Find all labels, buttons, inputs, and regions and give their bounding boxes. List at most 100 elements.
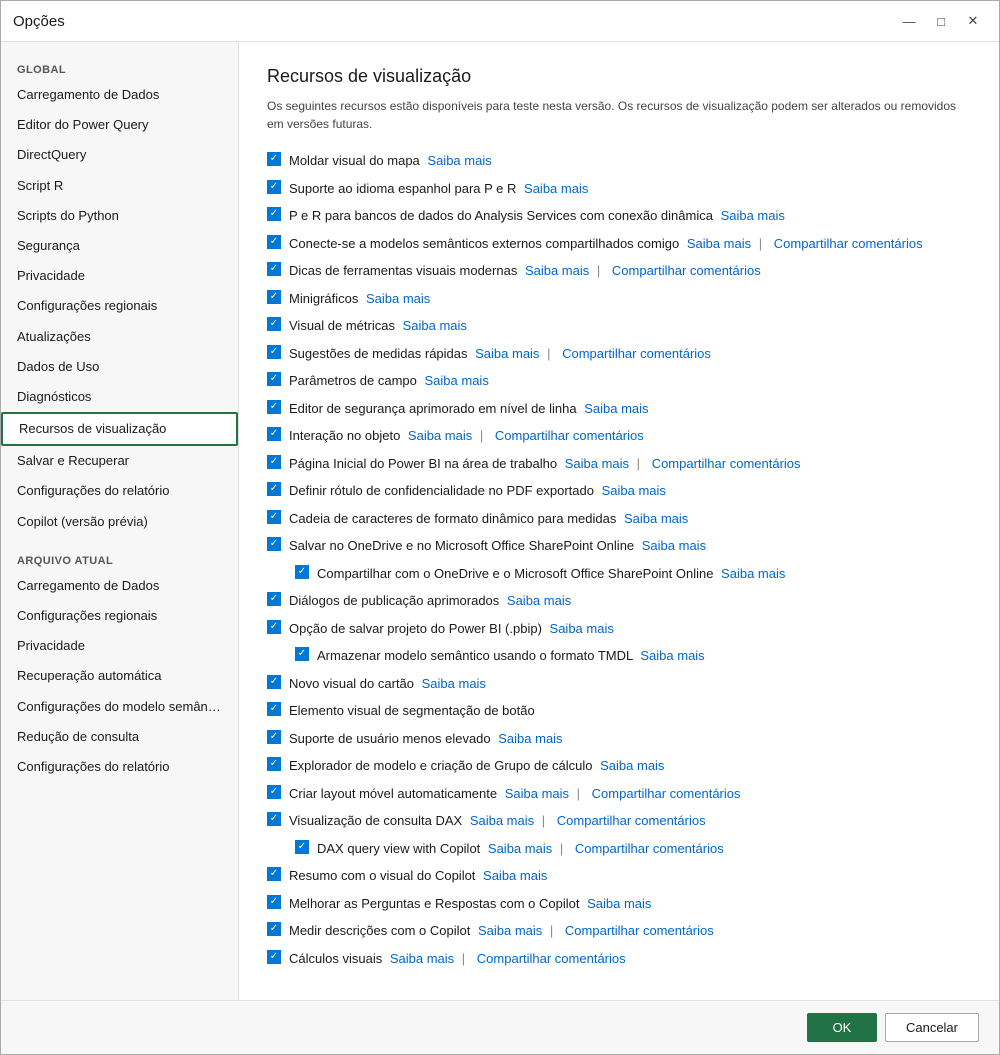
sidebar-item-recursos-visualizacao[interactable]: Recursos de visualização	[1, 412, 238, 446]
checkbox-visualizacao-dax[interactable]	[267, 812, 281, 826]
compartilhar-link-criar-layout[interactable]: Compartilhar comentários	[592, 786, 741, 801]
saiba-link-melhorar-perguntas[interactable]: Saiba mais	[587, 896, 651, 911]
checkbox-editor-seguranca[interactable]	[267, 400, 281, 414]
sidebar-item-script-r[interactable]: Script R	[1, 171, 238, 201]
checkbox-opcao-salvar-projeto[interactable]	[267, 620, 281, 634]
checkbox-interacao-objeto[interactable]	[267, 427, 281, 441]
ok-button[interactable]: OK	[807, 1013, 877, 1042]
saiba-link-visualizacao-dax[interactable]: Saiba mais	[470, 813, 534, 828]
checkbox-p-e-r-analysis[interactable]	[267, 207, 281, 221]
saiba-link-p-e-r-analysis[interactable]: Saiba mais	[721, 208, 785, 223]
checkbox-explorador-modelo[interactable]	[267, 757, 281, 771]
checkbox-parametros-campo[interactable]	[267, 372, 281, 386]
saiba-link-salvar-onedrive[interactable]: Saiba mais	[642, 538, 706, 553]
saiba-link-pagina-inicial[interactable]: Saiba mais	[565, 456, 629, 471]
sidebar-item-privacidade-arquivo[interactable]: Privacidade	[1, 631, 238, 661]
saiba-link-parametros-campo[interactable]: Saiba mais	[425, 373, 489, 388]
checkbox-melhorar-perguntas[interactable]	[267, 895, 281, 909]
checkbox-dicas-ferramentas[interactable]	[267, 262, 281, 276]
page-title: Recursos de visualização	[267, 66, 971, 87]
compartilhar-link-dicas-ferramentas[interactable]: Compartilhar comentários	[612, 263, 761, 278]
checkbox-salvar-onedrive[interactable]	[267, 537, 281, 551]
saiba-link-rotulo-confidencialidade[interactable]: Saiba mais	[602, 483, 666, 498]
sidebar-item-carregamento-dados[interactable]: Carregamento de Dados	[1, 80, 238, 110]
saiba-link-calculos-visuais[interactable]: Saiba mais	[390, 951, 454, 966]
saiba-link-visual-metricas[interactable]: Saiba mais	[403, 318, 467, 333]
checkbox-dialogos-publicacao[interactable]	[267, 592, 281, 606]
sidebar-item-salvar-recuperar[interactable]: Salvar e Recuperar	[1, 446, 238, 476]
checkbox-calculos-visuais[interactable]	[267, 950, 281, 964]
sidebar-item-seguranca[interactable]: Segurança	[1, 231, 238, 261]
checkbox-visual-metricas[interactable]	[267, 317, 281, 331]
checkbox-pagina-inicial[interactable]	[267, 455, 281, 469]
feature-text-calculos-visuais: Cálculos visuais Saiba mais | Compartilh…	[289, 949, 971, 969]
checkbox-conecte-modelos[interactable]	[267, 235, 281, 249]
compartilhar-link-medir-descricoes[interactable]: Compartilhar comentários	[565, 923, 714, 938]
compartilhar-link-pagina-inicial[interactable]: Compartilhar comentários	[652, 456, 801, 471]
sidebar-item-atualizacoes[interactable]: Atualizações	[1, 322, 238, 352]
sidebar-item-configuracoes-regionais[interactable]: Configurações regionais	[1, 291, 238, 321]
saiba-link-suporte-idioma[interactable]: Saiba mais	[524, 181, 588, 196]
saiba-link-novo-visual-cartao[interactable]: Saiba mais	[422, 676, 486, 691]
sidebar-item-configuracoes-modelo[interactable]: Configurações do modelo semân…	[1, 692, 238, 722]
sidebar-item-editor-power-query[interactable]: Editor do Power Query	[1, 110, 238, 140]
saiba-link-criar-layout[interactable]: Saiba mais	[505, 786, 569, 801]
saiba-link-editor-seguranca[interactable]: Saiba mais	[584, 401, 648, 416]
sidebar-item-reducao-consulta[interactable]: Redução de consulta	[1, 722, 238, 752]
saiba-link-minigraficos[interactable]: Saiba mais	[366, 291, 430, 306]
saiba-link-dicas-ferramentas[interactable]: Saiba mais	[525, 263, 589, 278]
sidebar-item-configuracoes-relatorio-arquivo[interactable]: Configurações do relatório	[1, 752, 238, 782]
checkbox-suporte-idioma[interactable]	[267, 180, 281, 194]
sidebar-item-scripts-python[interactable]: Scripts do Python	[1, 201, 238, 231]
saiba-link-explorador-modelo[interactable]: Saiba mais	[600, 758, 664, 773]
checkbox-resumo-copilot[interactable]	[267, 867, 281, 881]
sidebar-item-configuracoes-relatorio[interactable]: Configurações do relatório	[1, 476, 238, 506]
checkbox-compartilhar-onedrive[interactable]	[295, 565, 309, 579]
sidebar-item-dados-uso[interactable]: Dados de Uso	[1, 352, 238, 382]
sidebar-item-directquery[interactable]: DirectQuery	[1, 140, 238, 170]
compartilhar-link-sugestoes-medidas[interactable]: Compartilhar comentários	[562, 346, 711, 361]
checkbox-minigraficos[interactable]	[267, 290, 281, 304]
saiba-link-interacao-objeto[interactable]: Saiba mais	[408, 428, 472, 443]
checkbox-sugestoes-medidas[interactable]	[267, 345, 281, 359]
saiba-link-cadeia-caracteres[interactable]: Saiba mais	[624, 511, 688, 526]
sidebar-item-configuracoes-regionais-arquivo[interactable]: Configurações regionais	[1, 601, 238, 631]
saiba-link-suporte-usuario[interactable]: Saiba mais	[498, 731, 562, 746]
minimize-button[interactable]: —	[895, 9, 923, 33]
checkbox-rotulo-confidencialidade[interactable]	[267, 482, 281, 496]
sidebar-item-copilot[interactable]: Copilot (versão prévia)	[1, 507, 238, 537]
checkbox-novo-visual-cartao[interactable]	[267, 675, 281, 689]
saiba-link-moldar-visual[interactable]: Saiba mais	[427, 153, 491, 168]
compartilhar-link-conecte-modelos[interactable]: Compartilhar comentários	[774, 236, 923, 251]
compartilhar-link-dax-query-copilot[interactable]: Compartilhar comentários	[575, 841, 724, 856]
maximize-button[interactable]: □	[927, 9, 955, 33]
saiba-link-resumo-copilot[interactable]: Saiba mais	[483, 868, 547, 883]
saiba-link-dax-query-copilot[interactable]: Saiba mais	[488, 841, 552, 856]
feature-text-parametros-campo: Parâmetros de campo Saiba mais	[289, 371, 971, 391]
sidebar-item-diagnosticos[interactable]: Diagnósticos	[1, 382, 238, 412]
sidebar-item-carregamento-dados-arquivo[interactable]: Carregamento de Dados	[1, 571, 238, 601]
compartilhar-link-visualizacao-dax[interactable]: Compartilhar comentários	[557, 813, 706, 828]
checkbox-criar-layout[interactable]	[267, 785, 281, 799]
saiba-link-opcao-salvar-projeto[interactable]: Saiba mais	[550, 621, 614, 636]
saiba-link-sugestoes-medidas[interactable]: Saiba mais	[475, 346, 539, 361]
feature-item-salvar-onedrive: Salvar no OneDrive e no Microsoft Office…	[267, 536, 971, 556]
sidebar-item-privacidade[interactable]: Privacidade	[1, 261, 238, 291]
checkbox-moldar-visual[interactable]	[267, 152, 281, 166]
saiba-link-armazenar-modelo[interactable]: Saiba mais	[640, 648, 704, 663]
close-button[interactable]: ✕	[959, 9, 987, 33]
saiba-link-conecte-modelos[interactable]: Saiba mais	[687, 236, 751, 251]
checkbox-armazenar-modelo[interactable]	[295, 647, 309, 661]
checkbox-medir-descricoes[interactable]	[267, 922, 281, 936]
saiba-link-medir-descricoes[interactable]: Saiba mais	[478, 923, 542, 938]
compartilhar-link-interacao-objeto[interactable]: Compartilhar comentários	[495, 428, 644, 443]
sidebar-item-recuperacao-automatica[interactable]: Recuperação automática	[1, 661, 238, 691]
checkbox-dax-query-copilot[interactable]	[295, 840, 309, 854]
saiba-link-dialogos-publicacao[interactable]: Saiba mais	[507, 593, 571, 608]
compartilhar-link-calculos-visuais[interactable]: Compartilhar comentários	[477, 951, 626, 966]
checkbox-elemento-segmentacao[interactable]	[267, 702, 281, 716]
checkbox-cadeia-caracteres[interactable]	[267, 510, 281, 524]
saiba-link-compartilhar-onedrive[interactable]: Saiba mais	[721, 566, 785, 581]
checkbox-suporte-usuario[interactable]	[267, 730, 281, 744]
cancel-button[interactable]: Cancelar	[885, 1013, 979, 1042]
